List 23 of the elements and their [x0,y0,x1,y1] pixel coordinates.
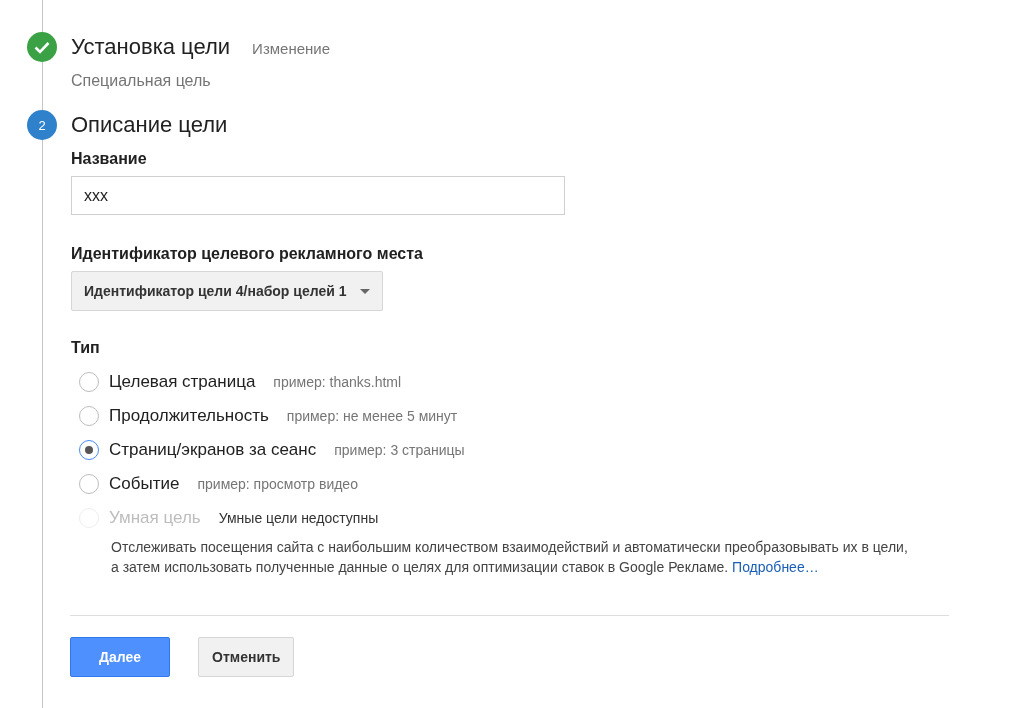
step-title: Установка цели [71,33,231,61]
cancel-button[interactable]: Отменить [198,637,295,677]
option-example: пример: thanks.html [273,374,402,390]
field-label: Тип [71,339,101,357]
step-subtitle: Специальная цель [71,72,212,90]
edit-link[interactable]: Изменение [252,40,331,57]
option-example: Умные цели недоступны [218,510,379,526]
field-label: Идентификатор целевого рекламного места [71,245,424,263]
option-label: Целевая страница [109,372,256,392]
step-number: 2 [27,110,57,140]
option-label: Страниц/экранов за сеанс [109,440,317,460]
caret-icon [360,288,371,294]
option-label: Продолжительность [109,406,269,426]
option-example: пример: не менее 5 минут [286,408,458,424]
option-label: Умная цель [109,508,201,528]
field-label: Название [71,150,148,168]
name-input[interactable]: xxx [71,176,565,215]
option-example: пример: просмотр видео [197,476,358,492]
option-label: Событие [109,474,180,494]
step-title: Описание цели [71,111,228,139]
option-description: Отслеживать посещения сайта с наибольшим количеством взаимодействий и автоматически преобразовывать их в цели, а затем использовать полученные данные о целях для оптимизации ставок в Google Рекламе. Подробнее… [111,538,909,577]
goal-slot-dropdown[interactable]: Идентификатор цели 4/набор целей 1 [71,271,384,311]
option-example: пример: 3 страницы [334,442,465,458]
